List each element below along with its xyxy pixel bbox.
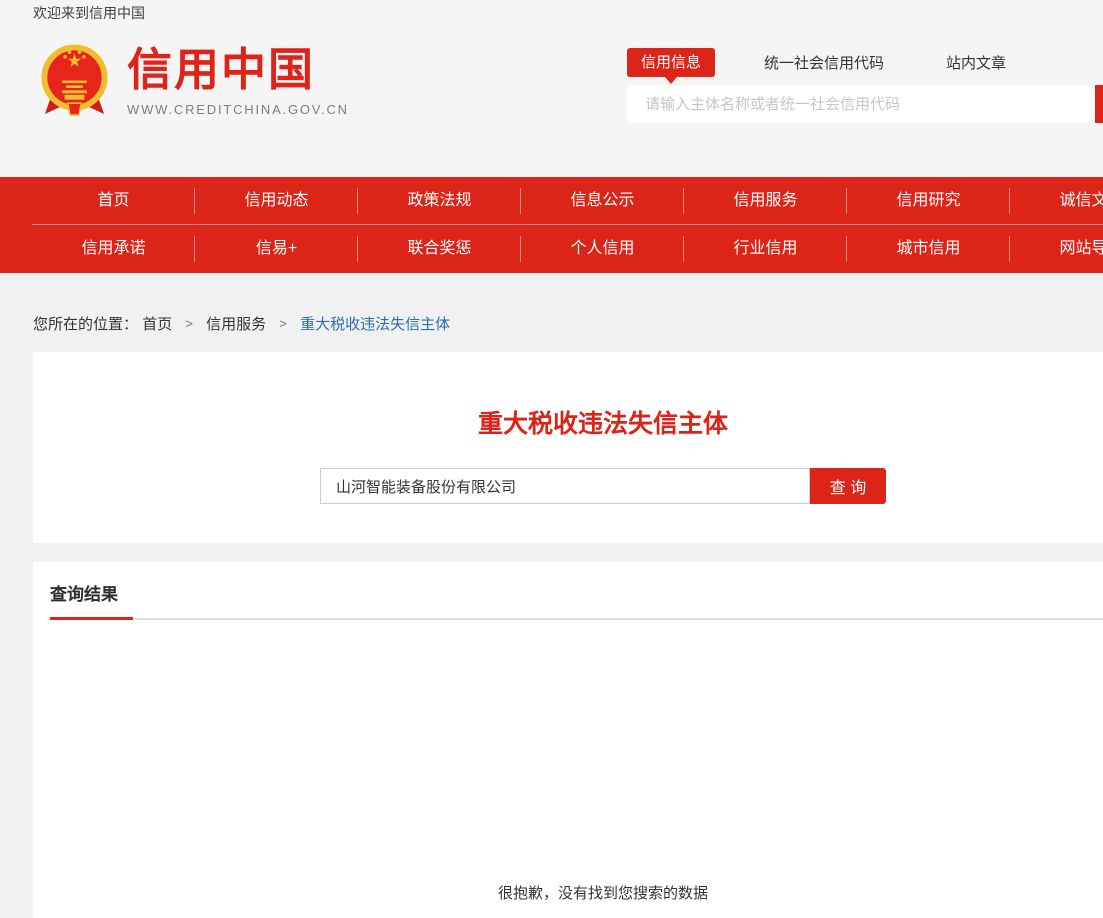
tab-credit-info[interactable]: 信用信息 (627, 48, 715, 77)
nav-item-credit-news[interactable]: 信用动态 (195, 177, 358, 224)
search-tabs: 信用信息 统一社会信用代码 站内文章 (627, 48, 1103, 77)
results-heading-rule-accent (50, 617, 133, 620)
header-search-input[interactable] (627, 85, 1095, 123)
site-logo[interactable]: 信用中国 WWW.CREDITCHINA.GOV.CN (39, 40, 349, 121)
tab-site-articles[interactable]: 站内文章 (946, 52, 1006, 73)
query-panel: 重大税收违法失信主体 查 询 (33, 352, 1103, 543)
nav-item-credit-research[interactable]: 信用研究 (847, 177, 1010, 224)
nav-item-integrity-culture[interactable]: 诚信文化 (1010, 177, 1103, 224)
national-emblem-icon (39, 40, 110, 121)
results-panel: 查询结果 很抱歉，没有找到您搜索的数据 (33, 562, 1103, 918)
logo-text: 信用中国 WWW.CREDITCHINA.GOV.CN (127, 40, 349, 121)
results-heading-rule (50, 618, 1103, 620)
tab-unified-social-credit-code[interactable]: 统一社会信用代码 (764, 52, 884, 73)
breadcrumb-separator: > (185, 316, 193, 331)
welcome-text: 欢迎来到信用中国 (33, 3, 145, 23)
results-heading: 查询结果 (50, 580, 1103, 605)
nav-item-site-map[interactable]: 网站导航 (1010, 225, 1103, 272)
breadcrumb-credit-services[interactable]: 信用服务 (206, 316, 266, 333)
empty-results-message: 很抱歉，没有找到您搜索的数据 (33, 882, 1103, 903)
nav-item-policies[interactable]: 政策法规 (358, 177, 521, 224)
site-name: 信用中国 (127, 46, 349, 93)
entity-search-input[interactable] (320, 468, 810, 504)
header-search-button[interactable] (1095, 85, 1103, 123)
nav-item-credit-services[interactable]: 信用服务 (684, 177, 847, 224)
header-search-area: 信用信息 统一社会信用代码 站内文章 (627, 48, 1103, 77)
nav-item-joint-reward-punishment[interactable]: 联合奖惩 (358, 225, 521, 272)
query-button[interactable]: 查 询 (810, 468, 886, 504)
page-title: 重大税收违法失信主体 (33, 352, 1103, 440)
nav-item-city-credit[interactable]: 城市信用 (847, 225, 1010, 272)
breadcrumb-current-page[interactable]: 重大税收违法失信主体 (300, 316, 450, 333)
site-header: 欢迎来到信用中国 信用中国 WWW.CREDITCHINA.GOV.CN 信用信… (0, 0, 1103, 177)
nav-item-xinyi-plus[interactable]: 信易+ (195, 225, 358, 272)
site-url: WWW.CREDITCHINA.GOV.CN (127, 102, 349, 117)
nav-item-home[interactable]: 首页 (32, 177, 195, 224)
nav-item-industry-credit[interactable]: 行业信用 (684, 225, 847, 272)
nav-row-2: 信用承诺 信易+ 联合奖惩 个人信用 行业信用 城市信用 网站导航 (32, 225, 1103, 272)
main-nav: 首页 信用动态 政策法规 信息公示 信用服务 信用研究 诚信文化 信用承诺 信易… (0, 177, 1103, 273)
breadcrumb-prefix: 您所在的位置： (33, 316, 138, 333)
nav-row-1: 首页 信用动态 政策法规 信息公示 信用服务 信用研究 诚信文化 (32, 177, 1103, 224)
breadcrumb-separator: > (279, 316, 287, 331)
breadcrumb: 您所在的位置： 首页 > 信用服务 > 重大税收违法失信主体 (33, 313, 450, 334)
nav-item-personal-credit[interactable]: 个人信用 (521, 225, 684, 272)
query-row: 查 询 (33, 468, 1103, 504)
breadcrumb-home[interactable]: 首页 (142, 316, 172, 333)
nav-item-info-disclosure[interactable]: 信息公示 (521, 177, 684, 224)
nav-item-credit-commitment[interactable]: 信用承诺 (32, 225, 195, 272)
